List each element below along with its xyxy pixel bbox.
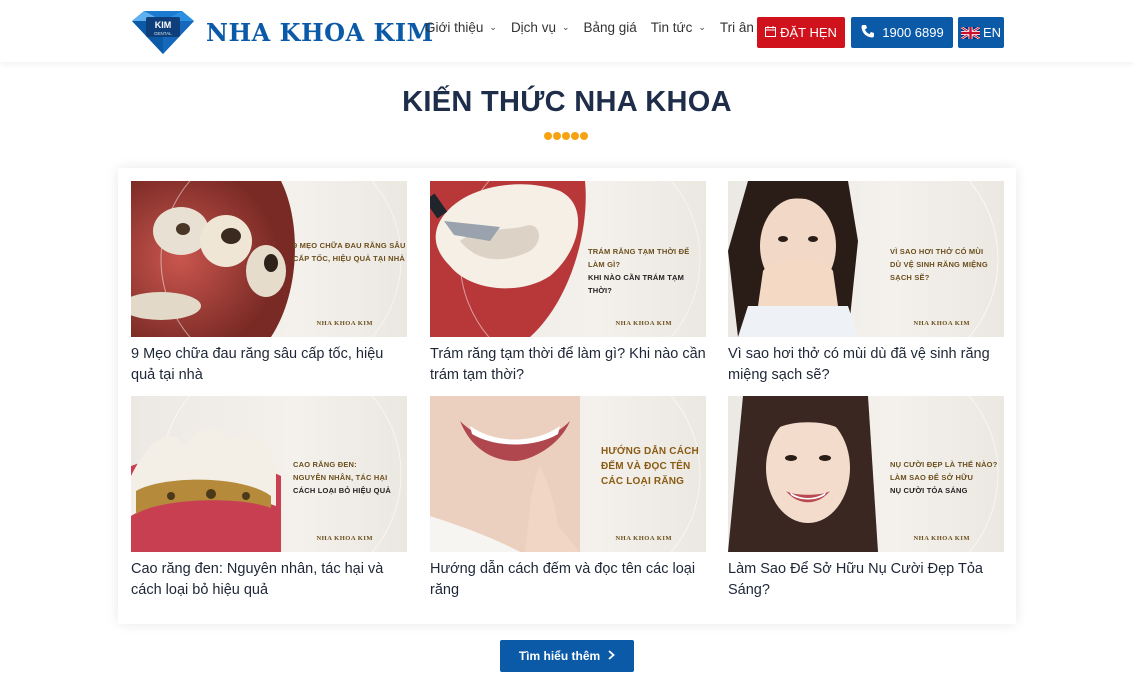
language-switch-button[interactable]: EN bbox=[958, 17, 1004, 48]
chevron-right-icon bbox=[608, 649, 616, 663]
book-appointment-button[interactable]: ĐẶT HẸN bbox=[757, 17, 845, 48]
dot bbox=[571, 132, 579, 140]
dot bbox=[544, 132, 552, 140]
phone-icon bbox=[860, 23, 876, 42]
post-thumbnail[interactable]: TRÁM RĂNG TẠM THỜI ĐỂ LÀM GÌ? KHI NÀO CẦ… bbox=[430, 181, 706, 337]
caption-line: CÁC LOẠI RĂNG bbox=[601, 476, 685, 487]
caption-line: CAO RĂNG ĐEN: bbox=[293, 460, 357, 469]
thumbnail-brand: NHA KHOA KIM bbox=[913, 535, 970, 542]
chevron-down-icon: ⌄ bbox=[698, 22, 706, 32]
uk-flag-icon bbox=[960, 25, 981, 40]
post-title[interactable]: Vì sao hơi thở có mùi dù đã vệ sinh răng… bbox=[728, 344, 1004, 386]
thumbnail-brand: NHA KHOA KIM bbox=[615, 535, 672, 542]
post-card[interactable]: VÌ SAO HƠI THỞ CÓ MÙI DÙ VỆ SINH RĂNG MI… bbox=[728, 181, 1004, 386]
post-thumbnail[interactable]: 9 MẸO CHỮA ĐAU RĂNG SÂU CẤP TỐC, HIỆU QU… bbox=[131, 181, 407, 337]
post-thumbnail[interactable]: HƯỚNG DẪN CÁCH ĐẾM VÀ ĐỌC TÊN CÁC LOẠI R… bbox=[430, 396, 706, 552]
main-nav: Giới thiệu ⌄ Dịch vụ ⌄ Bảng giá Tin tức … bbox=[425, 20, 781, 35]
learn-more-button[interactable]: Tìm hiểu thêm bbox=[500, 640, 634, 672]
thumbnail-brand: NHA KHOA KIM bbox=[316, 320, 373, 327]
calendar-icon bbox=[765, 25, 777, 40]
nav-item-bang-gia[interactable]: Bảng giá bbox=[584, 20, 637, 35]
nav-label: Tri ân bbox=[719, 20, 754, 35]
diamond-logo-icon: KIM DENTAL bbox=[130, 9, 196, 55]
nav-item-dich-vu[interactable]: Dịch vụ ⌄ bbox=[511, 20, 570, 35]
caption-line: CÁCH LOẠI BỎ HIỆU QUẢ bbox=[293, 486, 391, 495]
post-card[interactable]: TRÁM RĂNG TẠM THỜI ĐỂ LÀM GÌ? KHI NÀO CẦ… bbox=[430, 181, 706, 386]
caption-line: VÌ SAO HƠI THỞ CÓ MÙI bbox=[890, 247, 984, 256]
phone-label: 1900 6899 bbox=[882, 25, 944, 40]
nav-label: Bảng giá bbox=[583, 20, 637, 35]
post-thumbnail[interactable]: CAO RĂNG ĐEN: NGUYÊN NHÂN, TÁC HẠI CÁCH … bbox=[131, 396, 407, 552]
post-title[interactable]: Làm Sao Để Sở Hữu Nụ Cười Đẹp Tỏa Sáng? bbox=[728, 559, 1004, 601]
nav-item-gioi-thieu[interactable]: Giới thiệu ⌄ bbox=[425, 20, 497, 35]
logo-text: NHA KHOA KIM bbox=[206, 17, 434, 47]
post-card[interactable]: CAO RĂNG ĐEN: NGUYÊN NHÂN, TÁC HẠI CÁCH … bbox=[131, 396, 407, 601]
post-title[interactable]: Hướng dẫn cách đếm và đọc tên các loại r… bbox=[430, 559, 706, 601]
chevron-down-icon: ⌄ bbox=[561, 22, 570, 32]
caption-line: TRÁM RĂNG TẠM THỜI ĐỂ LÀM GÌ? bbox=[588, 247, 690, 269]
post-title[interactable]: Cao răng đen: Nguyên nhân, tác hại và cá… bbox=[131, 559, 407, 601]
thumbnail-brand: NHA KHOA KIM bbox=[615, 320, 672, 327]
thumbnail-brand: NHA KHOA KIM bbox=[316, 535, 373, 542]
caption-line: CẤP TỐC, HIỆU QUẢ TẠI NHÀ bbox=[293, 254, 405, 263]
chevron-down-icon: ⌄ bbox=[489, 22, 497, 32]
book-label: ĐẶT HẸN bbox=[780, 25, 837, 40]
caption-line: LÀM SAO ĐỂ SỞ HỮU bbox=[890, 473, 974, 482]
dot bbox=[562, 132, 570, 140]
post-card[interactable]: 9 MẸO CHỮA ĐAU RĂNG SÂU CẤP TỐC, HIỆU QU… bbox=[131, 181, 407, 386]
site-logo[interactable]: KIM DENTAL NHA KHOA KIM bbox=[130, 9, 434, 55]
language-label: EN bbox=[982, 25, 1002, 40]
thumbnail-brand: NHA KHOA KIM bbox=[913, 320, 970, 327]
post-title[interactable]: 9 Mẹo chữa đau răng sâu cấp tốc, hiệu qu… bbox=[131, 344, 407, 386]
nav-item-tin-tuc[interactable]: Tin tức ⌄ bbox=[651, 20, 706, 35]
svg-text:DENTAL: DENTAL bbox=[154, 31, 172, 36]
caption-line: NỤ CƯỜI TỎA SÁNG bbox=[890, 486, 968, 495]
post-card[interactable]: NỤ CƯỜI ĐẸP LÀ THẾ NÀO? LÀM SAO ĐỂ SỞ HỮ… bbox=[728, 396, 1004, 601]
title-dots-decoration bbox=[544, 132, 588, 140]
nav-label: Giới thiệu bbox=[425, 20, 484, 35]
dot bbox=[580, 132, 588, 140]
post-thumbnail[interactable]: VÌ SAO HƠI THỞ CÓ MÙI DÙ VỆ SINH RĂNG MI… bbox=[728, 181, 1004, 337]
caption-line: KHI NÀO CẦN TRÁM TẠM THỜI? bbox=[588, 273, 685, 295]
dot bbox=[553, 132, 561, 140]
caption-line: ĐẾM VÀ ĐỌC TÊN bbox=[601, 461, 691, 472]
nav-label: Tin tức bbox=[650, 20, 693, 35]
site-header: KIM DENTAL NHA KHOA KIM Giới thiệu ⌄ Dịc… bbox=[0, 0, 1134, 62]
post-thumbnail[interactable]: NỤ CƯỜI ĐẸP LÀ THẾ NÀO? LÀM SAO ĐỂ SỞ HỮ… bbox=[728, 396, 1004, 552]
caption-line: DÙ VỆ SINH RĂNG MIỆNG SẠCH SẼ? bbox=[890, 260, 988, 282]
caption-line: NGUYÊN NHÂN, TÁC HẠI bbox=[293, 473, 388, 482]
caption-line: NỤ CƯỜI ĐẸP LÀ THẾ NÀO? bbox=[890, 460, 998, 469]
section-title: KIẾN THỨC NHA KHOA bbox=[402, 86, 732, 118]
hotline-button[interactable]: 1900 6899 bbox=[851, 17, 953, 48]
svg-text:KIM: KIM bbox=[155, 20, 172, 30]
nav-label: Dịch vụ bbox=[510, 20, 556, 35]
caption-line: HƯỚNG DẪN CÁCH bbox=[601, 446, 699, 457]
post-title[interactable]: Trám răng tạm thời để làm gì? Khi nào cầ… bbox=[430, 344, 706, 386]
learn-more-label: Tìm hiểu thêm bbox=[518, 649, 601, 663]
caption-line: 9 MẸO CHỮA ĐAU RĂNG SÂU bbox=[293, 241, 406, 250]
post-card[interactable]: HƯỚNG DẪN CÁCH ĐẾM VÀ ĐỌC TÊN CÁC LOẠI R… bbox=[430, 396, 706, 601]
